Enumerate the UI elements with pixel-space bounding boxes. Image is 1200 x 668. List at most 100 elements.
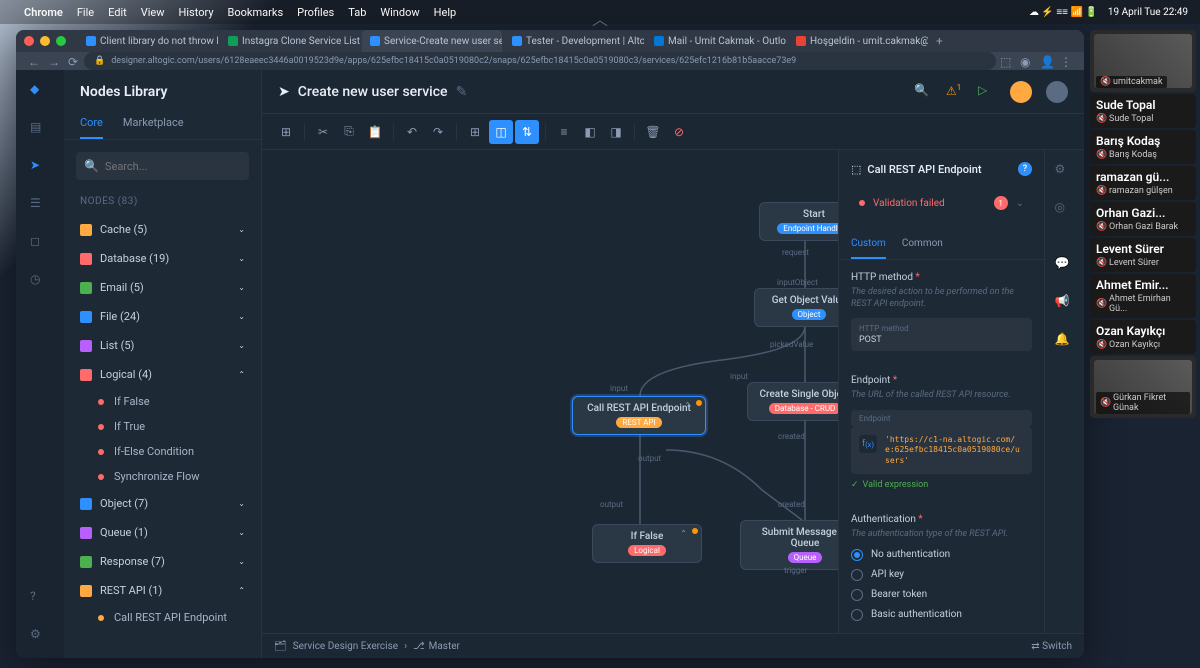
node-category[interactable]: List (5)⌄ [64, 331, 261, 360]
play-icon[interactable]: ▷ [978, 83, 996, 101]
close-window[interactable] [24, 36, 34, 46]
node-item[interactable]: Call REST API Endpoint [64, 605, 261, 630]
menu-icon[interactable]: ⋮ [1060, 55, 1072, 67]
node-item[interactable]: If-Else Condition [64, 439, 261, 464]
canvas[interactable]: ⌃StartEndpoint Handler ⌃Get Object ValueO… [262, 150, 838, 633]
menu-file[interactable]: File [77, 6, 94, 19]
participant[interactable]: 🔇umitcakmak [1090, 30, 1196, 92]
edit-icon[interactable]: ✎ [456, 84, 468, 100]
flow-node[interactable]: ⌃If FalseLogical [592, 524, 702, 563]
browser-tab[interactable]: Instagra Clone Service List - G× [220, 30, 360, 52]
settings-icon[interactable]: ⚙ [30, 627, 50, 647]
avatar[interactable] [1046, 81, 1068, 103]
warning-icon[interactable]: ⚠1 [946, 83, 964, 101]
undo-button[interactable]: ↶ [400, 120, 424, 144]
tab-marketplace[interactable]: Marketplace [123, 108, 184, 139]
browser-tab[interactable]: Hoşgeldin - umit.cakmak@gm× [788, 30, 928, 52]
stop-button[interactable]: ⊘ [667, 120, 691, 144]
back-icon[interactable]: ← [28, 55, 40, 67]
node-category[interactable]: REST API (1)⌃ [64, 576, 261, 605]
browser-tab[interactable]: Mail - Umit Cakmak - Outlook× [646, 30, 786, 52]
menu-view[interactable]: View [141, 6, 165, 19]
new-tab-button[interactable]: + [936, 34, 943, 48]
forward-icon[interactable]: → [48, 55, 60, 67]
node-category[interactable]: Response (7)⌄ [64, 547, 261, 576]
flow-node[interactable]: ⌃StartEndpoint Handler [759, 202, 838, 241]
url-input[interactable]: 🔒designer.altogic.com/users/6128eaeec344… [84, 52, 996, 70]
menu-tab[interactable]: Tab [348, 6, 366, 19]
fx-icon[interactable]: f(x) [859, 435, 877, 453]
send-icon[interactable]: ➤ [30, 158, 50, 178]
avatar[interactable] [1010, 81, 1032, 103]
browser-tab[interactable]: Client library do not throw loc× [78, 30, 218, 52]
search-icon[interactable]: 🔍 [914, 83, 932, 101]
node-category[interactable]: Queue (1)⌄ [64, 518, 261, 547]
help-icon[interactable]: ? [30, 589, 50, 609]
announce-icon[interactable]: 📢 [1055, 294, 1075, 314]
extension-icon[interactable]: ◉ [1020, 55, 1032, 67]
maximize-window[interactable] [56, 36, 66, 46]
auth-radio[interactable]: API key [851, 569, 1032, 581]
menu-help[interactable]: Help [434, 6, 457, 19]
collapse-chevron[interactable]: ︿ [592, 6, 608, 30]
validation-error[interactable]: Validation failed 1 ⌄ [851, 188, 1032, 218]
flow-node[interactable]: ⌃Create Single ObjectDatabase - CRUD [747, 382, 838, 421]
extension-icon[interactable]: ⬚ [1000, 55, 1012, 67]
panel-button[interactable]: ◧ [578, 120, 602, 144]
grid-button[interactable]: ⊞ [463, 120, 487, 144]
settings-icon[interactable]: ⚙ [1055, 162, 1075, 182]
node-category[interactable]: Database (19)⌄ [64, 244, 261, 273]
add-node-button[interactable]: ⊞ [274, 120, 298, 144]
participant[interactable]: Barış Kodaş🔇Barış Kodaş [1090, 130, 1196, 164]
menu-window[interactable]: Window [380, 6, 419, 19]
align-button[interactable]: ≡ [552, 120, 576, 144]
tab-core[interactable]: Core [80, 108, 103, 139]
auth-radio[interactable]: Basic authentication [851, 609, 1032, 621]
browser-tab[interactable]: Tester - Development | Altogic× [504, 30, 644, 52]
snap-button[interactable]: ⇅ [515, 120, 539, 144]
redo-button[interactable]: ↷ [426, 120, 450, 144]
flow-node[interactable]: ⌃Get Object ValueObject [754, 288, 838, 327]
tab-common[interactable]: Common [902, 230, 943, 259]
clock-icon[interactable]: ◷ [30, 272, 50, 292]
menu-edit[interactable]: Edit [108, 6, 127, 19]
participant[interactable]: Orhan Gazi...🔇Orhan Gazi Barak [1090, 202, 1196, 236]
auth-radio[interactable]: No authentication [851, 549, 1032, 561]
menu-history[interactable]: History [179, 6, 214, 19]
tab-custom[interactable]: Custom [851, 230, 886, 259]
logo-icon[interactable]: ◆ [30, 82, 50, 102]
node-category[interactable]: Logical (4)⌃ [64, 360, 261, 389]
list-icon[interactable]: ☰ [30, 196, 50, 216]
node-category[interactable]: Cache (5)⌄ [64, 215, 261, 244]
cut-button[interactable]: ✂ [311, 120, 335, 144]
node-item[interactable]: If True [64, 414, 261, 439]
database-icon[interactable]: ▤ [30, 120, 50, 140]
menu-bookmarks[interactable]: Bookmarks [228, 6, 284, 19]
node-category[interactable]: Email (5)⌄ [64, 273, 261, 302]
target-icon[interactable]: ◎ [1055, 200, 1075, 220]
flow-node[interactable]: ⌃Call REST API EndpointREST API [572, 396, 706, 435]
help-icon[interactable]: ? [1018, 162, 1032, 176]
http-method-select[interactable]: HTTP method POST [851, 318, 1032, 351]
participant[interactable]: 🔇Gürkan Fikret Günak [1090, 356, 1196, 418]
layout-button[interactable]: ◫ [489, 120, 513, 144]
chat-icon[interactable]: 💬 [1055, 256, 1075, 276]
participant[interactable]: Ahmet Emir...🔇Ahmet Emirhan Gü... [1090, 274, 1196, 318]
node-category[interactable]: File (24)⌄ [64, 302, 261, 331]
delete-button[interactable]: 🗑 [641, 120, 665, 144]
search-input[interactable] [105, 160, 245, 173]
search-box[interactable]: 🔍 [76, 152, 249, 180]
participant[interactable]: Levent Sürer🔇Levent Sürer [1090, 238, 1196, 272]
auth-radio[interactable]: Bearer token [851, 589, 1032, 601]
profile-icon[interactable]: 👤 [1040, 55, 1052, 67]
participant[interactable]: Sude Topal🔇Sude Topal [1090, 94, 1196, 128]
node-category[interactable]: Object (7)⌄ [64, 489, 261, 518]
paste-button[interactable]: 📋 [363, 120, 387, 144]
bell-icon[interactable]: 🔔 [1055, 332, 1075, 352]
reload-icon[interactable]: ⟳ [68, 55, 80, 67]
flow-node[interactable]: ⌃Submit Message to QueueQueue [740, 520, 838, 570]
switch-button[interactable]: ⇄ Switch [1031, 641, 1072, 652]
browser-tab[interactable]: Service-Create new user serv× [362, 30, 502, 52]
participant[interactable]: Ozan Kayıkçı🔇Ozan Kayıkçı [1090, 320, 1196, 354]
copy-button[interactable]: ⎘ [337, 120, 361, 144]
